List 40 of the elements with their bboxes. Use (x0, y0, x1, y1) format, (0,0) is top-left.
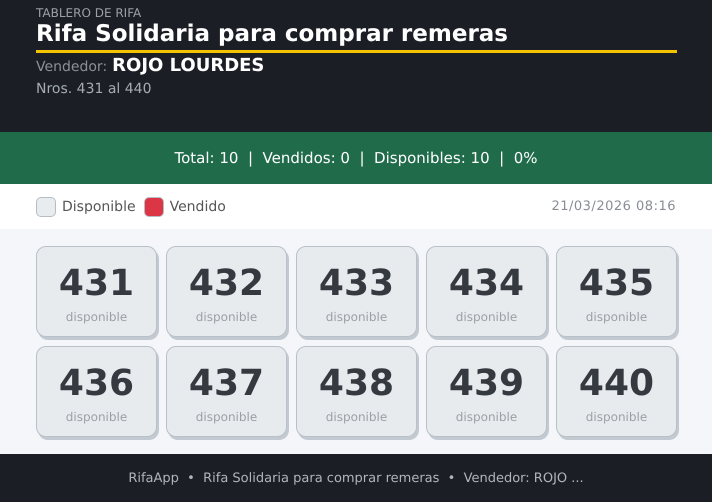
ticket-status: disponible (66, 410, 128, 424)
ticket-status: disponible (456, 310, 518, 324)
ticket-status: disponible (196, 310, 258, 324)
ticket-number: 436 (58, 364, 134, 404)
ticket-status: disponible (66, 310, 128, 324)
legend-label: Vendido (170, 198, 226, 214)
ticket-card[interactable]: 439 disponible (426, 346, 547, 437)
ticket-card[interactable]: 440 disponible (556, 346, 677, 437)
seller-name: ROJO LOURDES (112, 55, 264, 76)
ticket-number: 437 (188, 364, 264, 404)
ticket-card[interactable]: 437 disponible (166, 346, 287, 437)
ticket-number: 435 (578, 264, 654, 304)
ticket-card[interactable]: 438 disponible (296, 346, 417, 437)
ticket-status: disponible (586, 310, 648, 324)
raffle-title: Rifa Solidaria para comprar remeras (36, 20, 677, 53)
ticket-number: 440 (578, 364, 654, 404)
ticket-number: 439 (448, 364, 524, 404)
ticket-card[interactable]: 436 disponible (36, 346, 157, 437)
ticket-number: 432 (188, 264, 264, 304)
stats-bar: Total: 10 | Vendidos: 0 | Disponibles: 10 | 0% (0, 132, 712, 184)
seller-label: Vendedor: (36, 59, 108, 75)
ticket-status: disponible (326, 410, 388, 424)
number-range: Nros. 431 al 440 (36, 80, 152, 99)
ticket-card[interactable]: 431 disponible (36, 246, 157, 337)
ticket-number: 434 (448, 264, 524, 304)
ticket-status: disponible (326, 310, 388, 324)
ticket-status: disponible (586, 410, 648, 424)
footer-text: RifaApp • Rifa Solidaria para comprar remeras • Vendedor: ROJO ... (128, 470, 584, 486)
eyebrow-label: TABLERO DE RIFA (36, 6, 142, 20)
ticket-card[interactable]: 435 disponible (556, 246, 677, 337)
ticket-card[interactable]: 432 disponible (166, 246, 287, 337)
ticket-card[interactable]: 434 disponible (426, 246, 547, 337)
ticket-number: 438 (318, 364, 394, 404)
ticket-number: 431 (58, 264, 134, 304)
ticket-card[interactable]: 433 disponible (296, 246, 417, 337)
ticket-status: disponible (456, 410, 518, 424)
timestamp: 21/03/2026 08:16 (551, 199, 676, 214)
legend-label: Disponible (62, 198, 136, 214)
ticket-number: 433 (318, 264, 394, 304)
ticket-status: disponible (196, 410, 258, 424)
